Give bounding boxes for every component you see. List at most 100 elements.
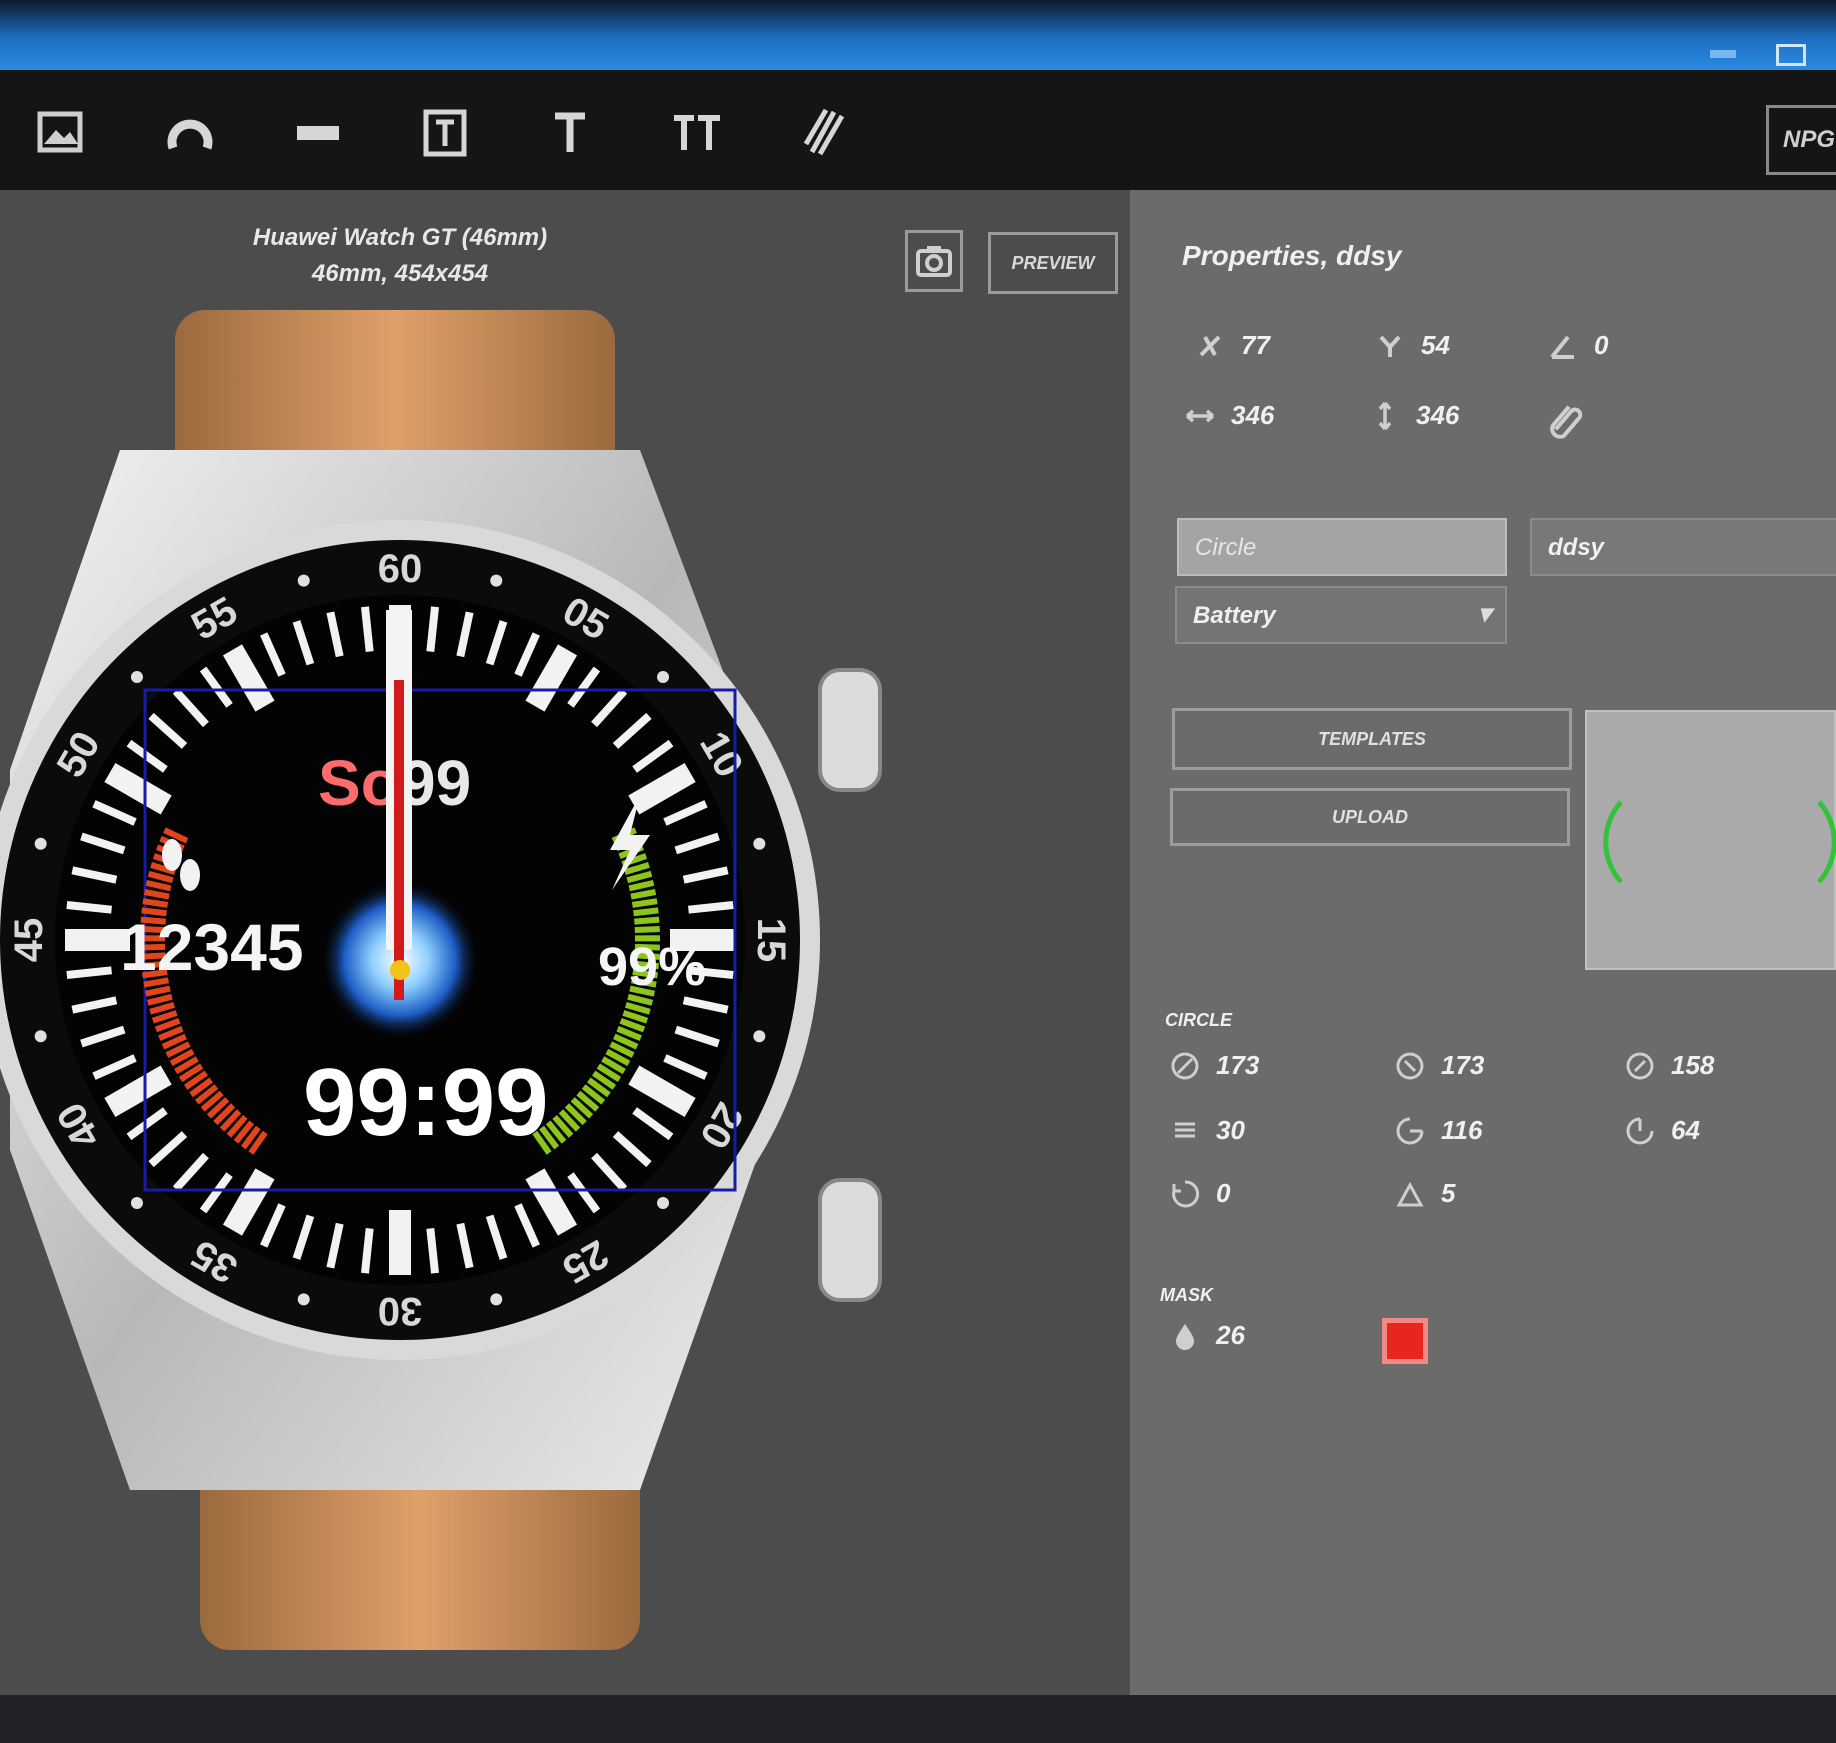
- prop-width[interactable]: 346: [1185, 400, 1274, 431]
- prop-x[interactable]: 77: [1195, 330, 1270, 361]
- bezel-dot: [130, 1197, 143, 1210]
- diameter-alt-icon: [1396, 1052, 1424, 1079]
- bezel-dot: [657, 670, 670, 683]
- circle-prop-value: 0: [1216, 1178, 1231, 1208]
- prop-height[interactable]: 346: [1370, 400, 1459, 431]
- minute-tick: [426, 606, 439, 653]
- drop-icon: [1176, 1323, 1194, 1350]
- crown-top[interactable]: [818, 668, 882, 792]
- inner-diameter-icon: [1626, 1052, 1654, 1079]
- circle-prop[interactable]: 0: [1170, 1178, 1230, 1209]
- end-angle-icon: [1626, 1117, 1654, 1144]
- prop-angle-value: 0: [1594, 330, 1609, 360]
- segments-icon: [1175, 1122, 1195, 1137]
- circle-prop[interactable]: 173: [1170, 1050, 1259, 1081]
- time-value: 99:99: [303, 1049, 549, 1156]
- properties-panel: Properties, ddsy 77 54 0 346 346 Circle …: [1130, 190, 1836, 1695]
- mask-color-swatch[interactable]: [1382, 1318, 1428, 1364]
- bezel-dot: [34, 1030, 47, 1043]
- text-pair-tool-button[interactable]: [662, 98, 732, 168]
- arc-tool-button[interactable]: [155, 98, 225, 168]
- circle-section-label: CIRCLE: [1165, 1010, 1232, 1030]
- circle-prop[interactable]: 5: [1395, 1178, 1455, 1209]
- arc-icon: [167, 119, 213, 150]
- templates-button[interactable]: TEMPLATES: [1172, 708, 1572, 770]
- circle-prop-value: 173: [1441, 1050, 1485, 1080]
- circle-prop[interactable]: 158: [1625, 1050, 1714, 1081]
- prop-y-value: 54: [1421, 330, 1450, 360]
- watch-preview: 600510152025303540455055 So 99 12345 99%…: [0, 310, 882, 1650]
- text-pair-icon: [674, 115, 720, 150]
- element-id-field[interactable]: ddsy: [1530, 518, 1836, 576]
- data-source-value: Battery: [1193, 602, 1276, 629]
- rotation-icon: [1172, 1179, 1200, 1207]
- arc-segment: [142, 898, 169, 908]
- data-source-select[interactable]: Battery ▾: [1175, 586, 1507, 644]
- diameter-icon: [1171, 1052, 1199, 1079]
- slash-icon: [803, 108, 845, 156]
- bezel-dot: [34, 837, 47, 850]
- bezel-number: 30: [378, 1289, 423, 1333]
- circle-prop-value: 64: [1671, 1115, 1700, 1145]
- battery-value: 99%: [598, 937, 706, 997]
- text-tool-button[interactable]: [535, 98, 605, 168]
- bezel-dot: [657, 1197, 670, 1210]
- prop-x-value: 77: [1241, 330, 1270, 360]
- rect-icon: [297, 126, 339, 140]
- minute-tick: [687, 901, 734, 914]
- minute-tick: [66, 901, 113, 914]
- circle-prop[interactable]: 30: [1170, 1115, 1245, 1146]
- bezel-number: 45: [7, 918, 51, 963]
- bezel-dot: [490, 574, 503, 587]
- image-tool-button[interactable]: [26, 98, 96, 168]
- minute-tick: [66, 966, 113, 979]
- text-icon: [555, 112, 585, 152]
- properties-title: Properties, ddsy: [1182, 240, 1402, 271]
- width-icon: [1185, 409, 1215, 422]
- attach-button[interactable]: [1545, 400, 1585, 440]
- mask-opacity[interactable]: 26: [1170, 1320, 1245, 1351]
- bezel-number: 60: [378, 547, 423, 591]
- circle-prop-value: 173: [1216, 1050, 1260, 1080]
- circle-prop[interactable]: 116: [1395, 1115, 1482, 1146]
- angle-icon: [1550, 335, 1574, 359]
- prop-angle[interactable]: 0: [1548, 330, 1608, 361]
- hand-red: [394, 680, 404, 1000]
- hands-tool-button[interactable]: [790, 98, 860, 168]
- arc-segment: [634, 925, 660, 934]
- mask-opacity-value: 26: [1216, 1320, 1245, 1350]
- step-icon: [1396, 1181, 1424, 1206]
- thumb-arc-left: [1603, 800, 1623, 884]
- chevron-down-icon: ▾: [1477, 598, 1491, 628]
- circle-prop-value: 30: [1216, 1115, 1245, 1145]
- upload-button[interactable]: UPLOAD: [1170, 788, 1570, 846]
- y-icon: [1379, 335, 1401, 357]
- rect-tool-button[interactable]: [283, 98, 353, 168]
- circle-prop-value: 116: [1441, 1115, 1483, 1145]
- crown-bottom[interactable]: [818, 1178, 882, 1302]
- text-box-tool-button[interactable]: [410, 98, 480, 168]
- circle-prop-value: 158: [1671, 1050, 1715, 1080]
- export-button[interactable]: NPG: [1766, 105, 1836, 175]
- bezel-dot: [130, 670, 143, 683]
- canvas-area: Huawei Watch GT (46mm) 46mm, 454x454 PRE…: [0, 190, 1130, 1695]
- circle-prop[interactable]: 173: [1395, 1050, 1484, 1081]
- circle-prop[interactable]: 64: [1625, 1115, 1700, 1146]
- prop-height-value: 346: [1416, 400, 1460, 430]
- minimize-button[interactable]: [1710, 50, 1736, 58]
- bezel-dot: [297, 1293, 310, 1306]
- bezel-dot: [753, 1030, 766, 1043]
- maximize-button[interactable]: [1776, 44, 1806, 66]
- bezel-dot: [297, 574, 310, 587]
- paperclip-icon: [1550, 405, 1583, 439]
- arc-segment: [633, 907, 659, 917]
- bezel-dot: [753, 837, 766, 850]
- circle-prop-value: 5: [1441, 1178, 1456, 1208]
- bezel-dot: [490, 1293, 503, 1306]
- prop-y[interactable]: 54: [1375, 330, 1450, 361]
- start-angle-icon: [1396, 1117, 1424, 1144]
- mask-section-label: MASK: [1160, 1285, 1213, 1305]
- element-type-field[interactable]: Circle: [1177, 518, 1507, 576]
- hand-pivot: [390, 960, 410, 980]
- element-preview-thumbnail: [1585, 710, 1836, 970]
